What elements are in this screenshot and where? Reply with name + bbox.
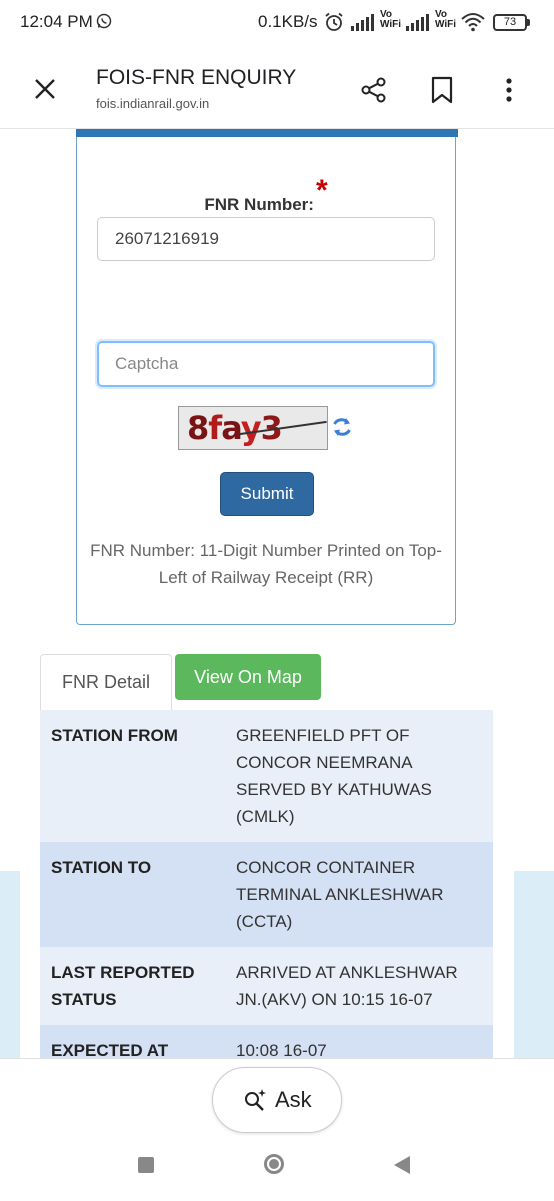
captcha-image: 8fay3 (178, 406, 328, 450)
fnr-number-label: FNR Number:* (204, 174, 328, 214)
status-bar: 12:04 PM 0.1KB/s Vo WiFi Vo WiFi 73 (0, 0, 554, 46)
detail-key: STATION FROM (40, 710, 216, 842)
fnr-hint-text: FNR Number: 11-Digit Number Printed on T… (90, 541, 442, 587)
battery-icon: 73 (493, 14, 527, 31)
page-title: FOIS-FNR ENQUIRY (96, 66, 297, 89)
fnr-detail-table: STATION FROM GREENFIELD PFT OF CONCOR NE… (40, 710, 493, 1059)
page-background-band (514, 871, 554, 1059)
submit-button[interactable]: Submit (220, 472, 314, 516)
refresh-captcha-icon[interactable] (330, 415, 354, 439)
view-on-map-button[interactable]: View On Map (175, 654, 321, 700)
ask-label: Ask (275, 1087, 312, 1112)
back-icon[interactable] (394, 1156, 410, 1174)
bookmark-icon[interactable] (430, 76, 454, 104)
signal-icon (406, 14, 429, 31)
captcha-char: a (221, 409, 242, 447)
battery-tip (527, 19, 530, 26)
wifi-icon (461, 13, 485, 32)
form-card-header-bar (76, 129, 458, 137)
signal-icon (351, 14, 374, 31)
detail-value: CONCOR CONTAINER TERMINAL ANKLESHWAR (CC… (216, 842, 493, 947)
table-row: STATION TO CONCOR CONTAINER TERMINAL ANK… (40, 842, 493, 947)
ask-button[interactable]: Ask (212, 1067, 342, 1133)
detail-key: EXPECTED AT (40, 1025, 216, 1059)
close-icon[interactable] (32, 76, 58, 102)
home-icon[interactable] (264, 1154, 284, 1174)
alarm-icon (325, 12, 343, 31)
detail-key: LAST REPORTED STATUS (40, 947, 216, 1025)
detail-key: STATION TO (40, 842, 216, 947)
network-speed: 0.1KB/s (258, 12, 318, 31)
bottom-bar: Ask (0, 1058, 554, 1201)
fnr-form-card: FNR Number:* 26071216919 Captcha 8fay3 S… (76, 129, 458, 625)
whatsapp-icon (96, 13, 112, 29)
table-row: STATION FROM GREENFIELD PFT OF CONCOR NE… (40, 710, 493, 842)
page-background-band (0, 871, 20, 1059)
captcha-text: 8fay3 (187, 409, 283, 447)
vo-wifi-label: Vo WiFi (435, 9, 457, 30)
fnr-number-input[interactable]: 26071216919 (97, 217, 435, 261)
captcha-char: f (208, 409, 222, 447)
detail-value: 10:08 16-07 (216, 1025, 493, 1059)
tab-fnr-detail[interactable]: FNR Detail (40, 654, 172, 710)
captcha-char: 8 (187, 409, 209, 447)
status-time: 12:04 PM (20, 12, 93, 31)
detail-value: ARRIVED AT ANKLESHWAR JN.(AKV) ON 10:15 … (216, 947, 493, 1025)
more-vert-icon[interactable] (499, 76, 519, 104)
table-row: LAST REPORTED STATUS ARRIVED AT ANKLESHW… (40, 947, 493, 1025)
vo-wifi-label: Vo WiFi (380, 9, 402, 30)
captcha-input[interactable]: Captcha (97, 341, 435, 387)
page-url: fois.indianrail.gov.in (96, 96, 210, 111)
detail-value: GREENFIELD PFT OF CONCOR NEEMRANA SERVED… (216, 710, 493, 842)
search-sparkle-icon (245, 1089, 266, 1111)
required-mark: * (315, 174, 328, 207)
browser-toolbar: FOIS-FNR ENQUIRY fois.indianrail.gov.in (0, 46, 554, 129)
web-page: FNR Number:* 26071216919 Captcha 8fay3 S… (0, 129, 554, 1059)
captcha-char: y (240, 409, 262, 447)
table-row: EXPECTED AT 10:08 16-07 (40, 1025, 493, 1059)
recent-apps-icon[interactable] (138, 1157, 154, 1173)
share-icon[interactable] (360, 76, 388, 104)
